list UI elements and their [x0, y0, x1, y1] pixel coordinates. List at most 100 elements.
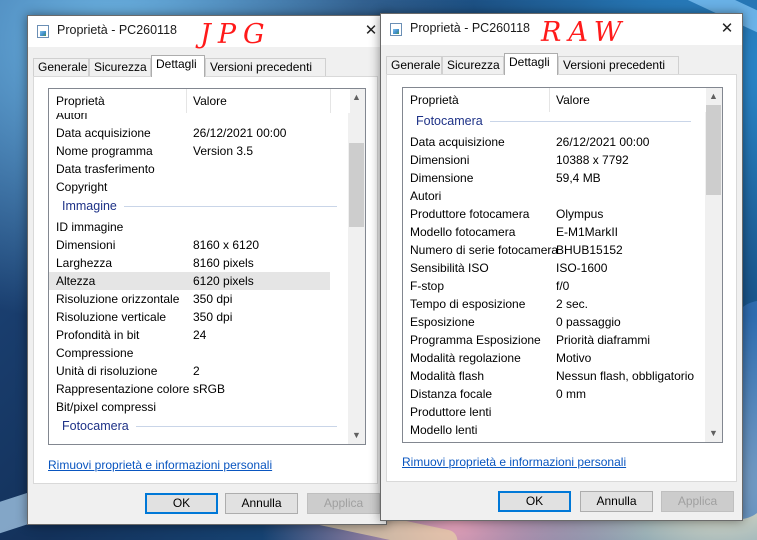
- properties-window-jpg: Proprietà - PC260118 JPG ✕ Generale Sicur…: [27, 15, 387, 525]
- property-value: 2 sec.: [556, 297, 589, 311]
- table-row[interactable]: Data acquisizione 26/12/2021 00:00: [403, 133, 704, 151]
- property-name: Produttore lenti: [410, 405, 492, 419]
- column-header-property[interactable]: Proprietà: [410, 93, 459, 107]
- table-row[interactable]: Copyright: [49, 178, 330, 196]
- scroll-thumb[interactable]: [349, 143, 364, 227]
- tab-dettagli[interactable]: Dettagli: [504, 53, 558, 75]
- table-row[interactable]: Larghezza 8160 pixels: [49, 254, 330, 272]
- group-header[interactable]: Fotocamera: [49, 416, 337, 436]
- scroll-down-icon[interactable]: ▼: [348, 427, 365, 444]
- tab-generale[interactable]: Generale: [386, 56, 442, 74]
- file-icon: [37, 25, 49, 38]
- property-name: Data trasferimento: [56, 162, 155, 176]
- vertical-scrollbar[interactable]: ▲ ▼: [348, 89, 365, 444]
- scroll-up-icon[interactable]: ▲: [348, 89, 365, 106]
- property-value: Olympus: [556, 207, 604, 221]
- property-name: Produttore fotocamera: [410, 207, 530, 221]
- table-row[interactable]: Altezza 6120 pixels: [49, 272, 330, 290]
- column-header-property[interactable]: Proprietà: [56, 94, 105, 108]
- table-row[interactable]: Risoluzione verticale 350 dpi: [49, 308, 330, 326]
- table-row[interactable]: Modalità regolazione Motivo: [403, 349, 704, 367]
- table-row[interactable]: F-stop f/0: [403, 277, 704, 295]
- title-bar[interactable]: Proprietà - PC260118 JPG ✕: [28, 16, 386, 50]
- table-row[interactable]: Modello lenti: [403, 421, 704, 439]
- apply-button[interactable]: Applica: [661, 491, 734, 512]
- property-list[interactable]: Proprietà Valore Autori Data acquisizione…: [48, 88, 366, 445]
- table-row[interactable]: Programma Esposizione Priorità diaframmi: [403, 331, 704, 349]
- tab-generale[interactable]: Generale: [33, 58, 89, 76]
- tab-versioni-precedenti[interactable]: Versioni precedenti: [558, 56, 679, 74]
- group-header[interactable]: Immagine: [49, 196, 337, 216]
- cancel-button[interactable]: Annulla: [225, 493, 298, 514]
- property-value: 8160 pixels: [193, 256, 254, 270]
- table-row[interactable]: Produttore lenti: [403, 403, 704, 421]
- property-name: Risoluzione orizzontale: [56, 292, 180, 306]
- table-row[interactable]: Modalità flash Nessun flash, obbligatorio: [403, 367, 704, 385]
- property-value: Nessun flash, obbligatorio: [556, 369, 695, 383]
- column-header-value[interactable]: Valore: [556, 93, 590, 107]
- table-row[interactable]: Risoluzione orizzontale 350 dpi: [49, 290, 330, 308]
- table-row[interactable]: Data trasferimento: [49, 160, 330, 178]
- table-row[interactable]: Esposizione 0 passaggio: [403, 313, 704, 331]
- property-name: Nome programma: [56, 144, 153, 158]
- table-row[interactable]: Profondità in bit 24: [49, 326, 330, 344]
- ok-button[interactable]: OK: [145, 493, 218, 514]
- table-row[interactable]: Dimensioni 8160 x 6120: [49, 236, 330, 254]
- list-header: Proprietà Valore: [403, 88, 706, 112]
- table-row[interactable]: Dimensione 59,4 MB: [403, 169, 704, 187]
- remove-properties-link[interactable]: Rimuovi proprietà e informazioni persona…: [48, 458, 272, 472]
- close-icon[interactable]: ✕: [712, 14, 742, 45]
- property-value: 26/12/2021 00:00: [193, 126, 287, 140]
- property-name: Dimensione: [410, 171, 474, 185]
- property-value: 10388 x 7792: [556, 153, 629, 167]
- vertical-scrollbar[interactable]: ▲ ▼: [705, 88, 722, 442]
- table-row[interactable]: Modello fotocamera E-M1MarkII: [403, 223, 704, 241]
- tab-sicurezza[interactable]: Sicurezza: [89, 58, 151, 76]
- table-row[interactable]: Distanza focale 0 mm: [403, 385, 704, 403]
- handwritten-annotation: RAW: [541, 17, 629, 48]
- list-header: Proprietà Valore: [49, 89, 350, 113]
- table-row[interactable]: Compressione: [49, 344, 330, 362]
- title-bar[interactable]: Proprietà - PC260118 RAW ✕: [381, 14, 742, 48]
- table-row[interactable]: Tempo di esposizione 2 sec.: [403, 295, 704, 313]
- remove-properties-link[interactable]: Rimuovi proprietà e informazioni persona…: [402, 455, 626, 469]
- property-name: Modello lenti: [410, 423, 478, 437]
- table-row[interactable]: Produttore fotocamera Olympus: [403, 205, 704, 223]
- table-row[interactable]: Sensibilità ISO ISO-1600: [403, 259, 704, 277]
- table-row[interactable]: Autori: [403, 187, 704, 205]
- column-header-value[interactable]: Valore: [193, 94, 227, 108]
- scroll-down-icon[interactable]: ▼: [705, 425, 722, 442]
- handwritten-annotation: JPG: [200, 19, 272, 50]
- scroll-up-icon[interactable]: ▲: [705, 88, 722, 105]
- table-row[interactable]: Nome programma Version 3.5: [49, 142, 330, 160]
- property-name: Bit/pixel compressi: [56, 400, 157, 414]
- table-row[interactable]: Data acquisizione 26/12/2021 00:00: [49, 124, 330, 142]
- table-row[interactable]: Dimensioni 10388 x 7792: [403, 151, 704, 169]
- ok-button[interactable]: OK: [498, 491, 571, 512]
- property-name: Data acquisizione: [56, 126, 151, 140]
- property-value: Motivo: [556, 351, 592, 365]
- property-name: Programma Esposizione: [410, 333, 541, 347]
- property-list[interactable]: Proprietà Valore Fotocamera Data acquisiz…: [402, 87, 723, 443]
- property-value: 24: [193, 328, 207, 342]
- cancel-button[interactable]: Annulla: [580, 491, 653, 512]
- column-divider[interactable]: [330, 89, 331, 113]
- tab-versioni-precedenti[interactable]: Versioni precedenti: [205, 58, 326, 76]
- property-name: Esposizione: [410, 315, 475, 329]
- property-name: Numero di serie fotocamera: [410, 243, 559, 257]
- property-value: 0 mm: [556, 387, 586, 401]
- table-row[interactable]: Numero di serie fotocamera BHUB15152: [403, 241, 704, 259]
- column-divider[interactable]: [186, 89, 187, 113]
- property-name: Unità di risoluzione: [56, 364, 158, 378]
- table-row[interactable]: Bit/pixel compressi: [49, 398, 330, 416]
- tab-sicurezza[interactable]: Sicurezza: [442, 56, 504, 74]
- scroll-thumb[interactable]: [706, 105, 721, 195]
- group-header[interactable]: Fotocamera: [403, 111, 704, 131]
- column-divider[interactable]: [549, 88, 550, 112]
- tab-dettagli[interactable]: Dettagli: [151, 55, 205, 77]
- table-row[interactable]: Rappresentazione colore sRGB: [49, 380, 330, 398]
- apply-button[interactable]: Applica: [307, 493, 380, 514]
- table-row[interactable]: Unità di risoluzione 2: [49, 362, 330, 380]
- group-label: Fotocamera: [62, 419, 129, 433]
- table-row[interactable]: ID immagine: [49, 218, 330, 236]
